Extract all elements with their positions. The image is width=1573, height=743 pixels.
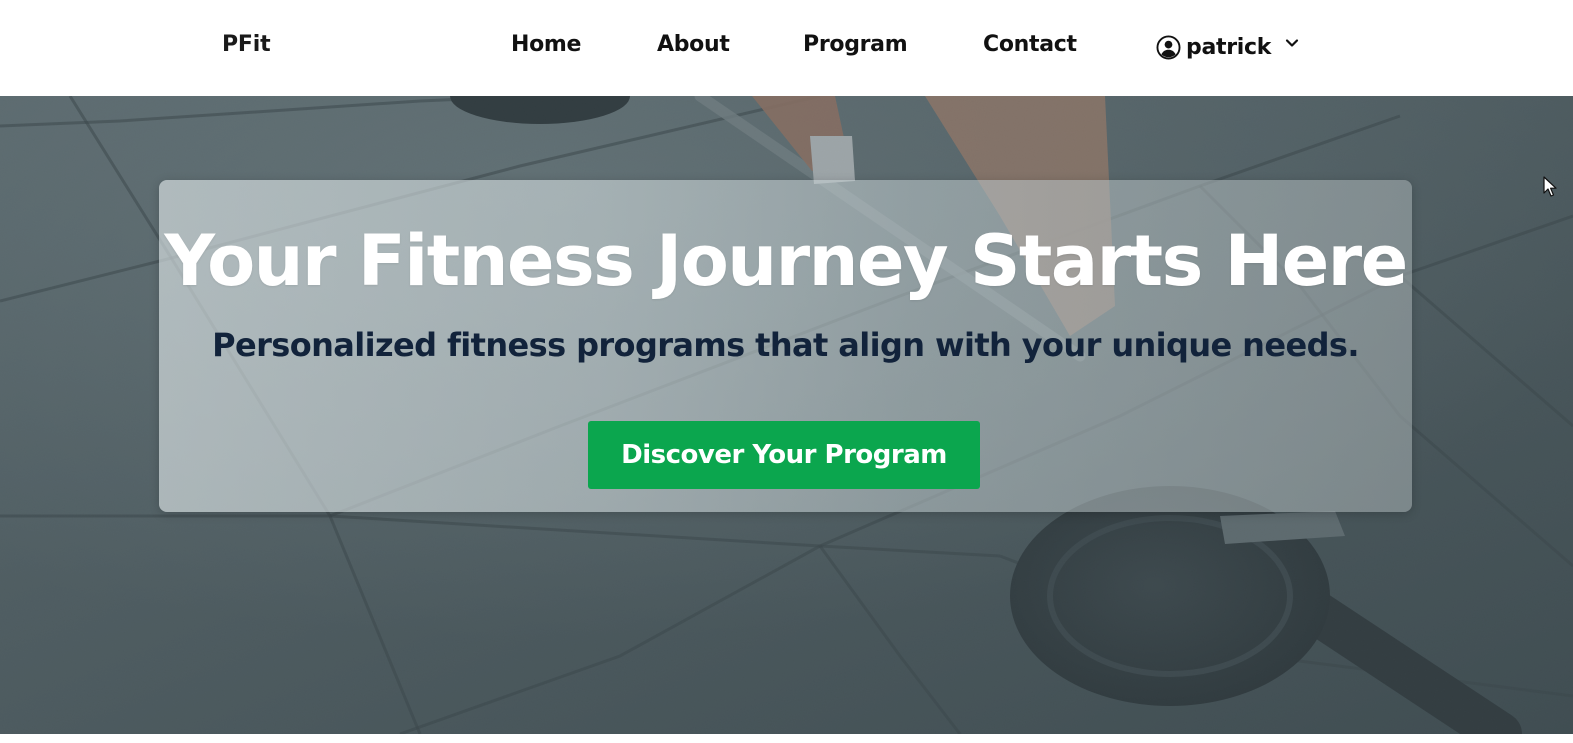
user-circle-icon bbox=[1156, 35, 1181, 60]
hero-section: Your Fitness Journey Starts Here Persona… bbox=[0, 96, 1573, 734]
nav-link-home[interactable]: Home bbox=[511, 32, 581, 57]
discover-program-button[interactable]: Discover Your Program bbox=[588, 421, 980, 489]
hero-card: Your Fitness Journey Starts Here Persona… bbox=[159, 180, 1412, 512]
nav-link-about[interactable]: About bbox=[657, 32, 730, 57]
nav-link-program[interactable]: Program bbox=[803, 32, 908, 57]
user-menu-dropdown[interactable]: patrick bbox=[1156, 30, 1299, 64]
nav-link-contact[interactable]: Contact bbox=[983, 32, 1077, 57]
chevron-down-icon bbox=[1285, 38, 1299, 48]
brand-logo-link[interactable]: PFit bbox=[222, 32, 271, 57]
mouse-cursor-icon bbox=[1543, 176, 1557, 197]
hero-title: Your Fitness Journey Starts Here bbox=[164, 220, 1408, 302]
top-navbar: PFit Home About Program Contact patrick bbox=[0, 0, 1573, 96]
user-name: patrick bbox=[1186, 34, 1272, 60]
hero-subtitle: Personalized fitness programs that align… bbox=[212, 326, 1359, 364]
